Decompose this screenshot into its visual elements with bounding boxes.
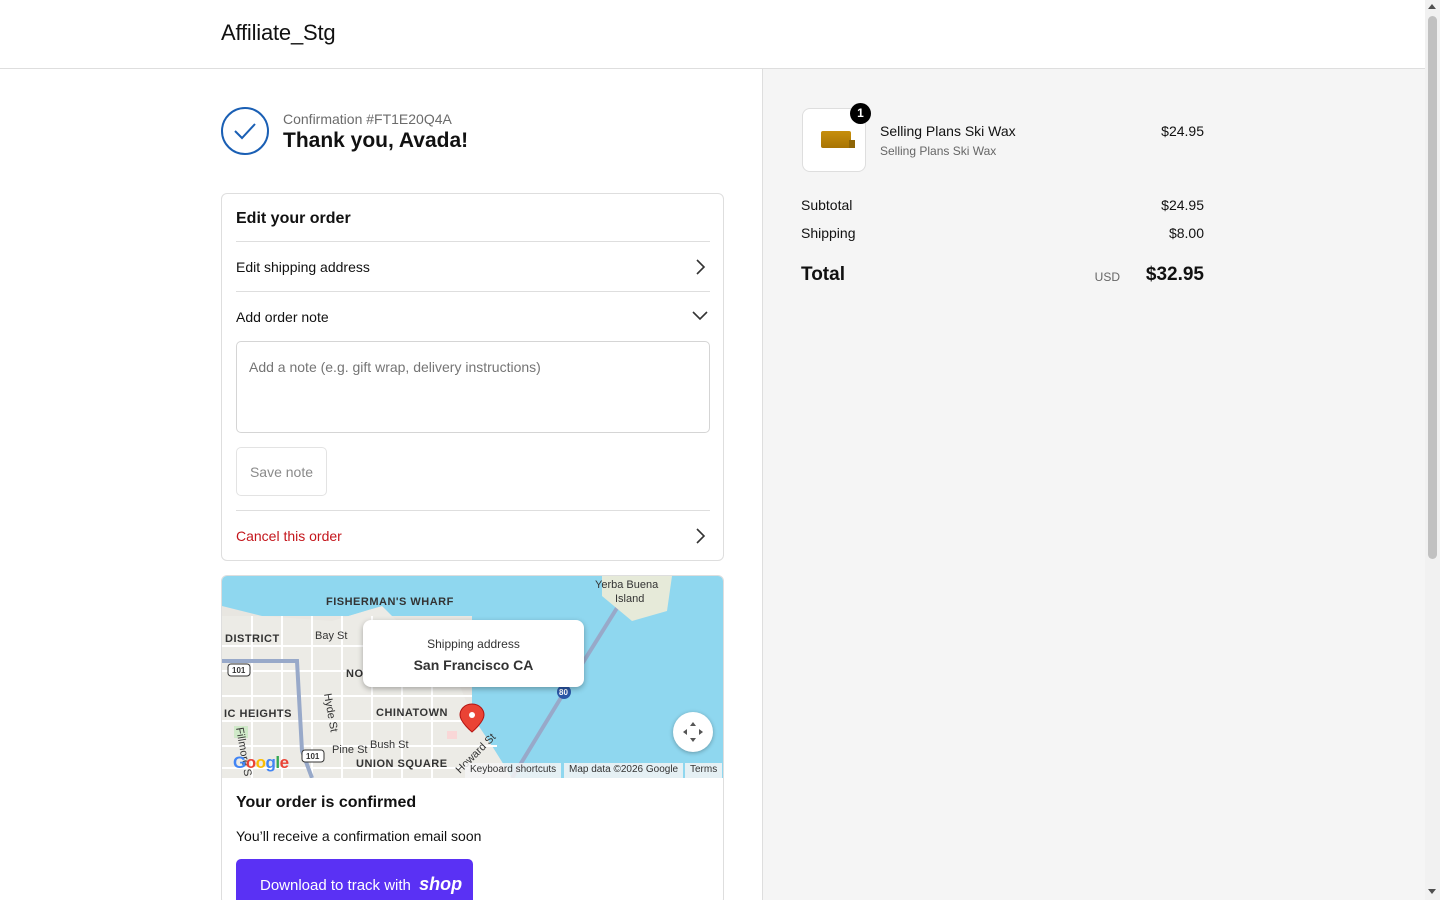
quantity-badge: 1 (850, 103, 871, 124)
svg-text:Yerba Buena: Yerba Buena (595, 579, 659, 591)
scrollbar-thumb[interactable] (1428, 16, 1437, 559)
product-name: Selling Plans Ski Wax (880, 123, 1016, 139)
order-note-textarea[interactable] (236, 341, 710, 433)
add-order-note-label: Add order note (236, 309, 329, 325)
svg-text:Bay St: Bay St (315, 630, 347, 642)
subtotal-label: Subtotal (801, 197, 853, 213)
svg-text:Island: Island (615, 593, 644, 605)
google-logo[interactable]: Google (233, 753, 289, 773)
save-note-button[interactable]: Save note (236, 447, 327, 496)
checkmark-circle-icon (221, 107, 269, 155)
chevron-down-icon (692, 311, 708, 321)
ski-wax-image (821, 131, 851, 148)
shipping-value: $8.00 (1168, 225, 1204, 241)
cancel-order-label: Cancel this order (236, 528, 342, 544)
svg-text:CHINATOWN: CHINATOWN (376, 707, 448, 719)
scroll-down-arrow-icon[interactable] (1428, 889, 1436, 894)
order-confirmed-title: Your order is confirmed (236, 794, 417, 811)
map-label: FISHERMAN'S WHARF (326, 596, 454, 608)
shipping-map[interactable]: FISHERMAN'S WHARF DISTRICT NO IC HEIGHTS… (222, 576, 723, 778)
svg-text:80: 80 (559, 688, 568, 697)
add-order-note-toggle[interactable]: Add order note (222, 292, 725, 338)
page-header: Affiliate_Stg (0, 0, 1425, 69)
popup-label: Shipping address (427, 637, 520, 651)
chevron-right-icon (696, 528, 706, 544)
order-summary-panel (762, 69, 1425, 900)
svg-text:NO: NO (346, 668, 364, 680)
keyboard-shortcuts-link[interactable]: Keyboard shortcuts (465, 763, 562, 778)
subtotal-value: $24.95 (1161, 197, 1204, 213)
confirmation-number: Confirmation #FT1E20Q4A (283, 111, 452, 127)
chevron-right-icon (696, 259, 706, 275)
thank-you-heading: Thank you, Avada! (283, 129, 469, 152)
expand-icon (683, 722, 703, 742)
svg-text:Bush St: Bush St (370, 739, 409, 751)
svg-text:UNION SQUARE: UNION SQUARE (356, 758, 448, 770)
map-fullscreen-button[interactable] (673, 712, 713, 752)
cancel-order-row[interactable]: Cancel this order (222, 511, 725, 560)
shop-logo: shop (419, 873, 463, 894)
edit-shipping-address-row[interactable]: Edit shipping address (222, 242, 725, 291)
total-value: $32.95 (1145, 264, 1204, 285)
order-status-card: FISHERMAN'S WHARF DISTRICT NO IC HEIGHTS… (221, 575, 724, 900)
edit-order-title: Edit your order (236, 210, 351, 227)
download-shop-button[interactable]: Download to track with shop (236, 859, 473, 900)
product-variant: Selling Plans Ski Wax (880, 144, 997, 158)
edit-shipping-address-label: Edit shipping address (236, 259, 370, 275)
product-price: $24.95 (1161, 123, 1204, 139)
total-currency: USD (1094, 270, 1120, 284)
store-name[interactable]: Affiliate_Stg (221, 20, 336, 46)
svg-text:DISTRICT: DISTRICT (225, 633, 280, 645)
map-data-attribution: Map data ©2026 Google (564, 763, 684, 778)
svg-text:IC HEIGHTS: IC HEIGHTS (224, 708, 292, 720)
scroll-up-arrow-icon[interactable] (1428, 4, 1436, 9)
shipping-label: Shipping (801, 225, 856, 241)
shipping-address-popup: Shipping address San Francisco CA (363, 620, 584, 687)
map-terms-link[interactable]: Terms (685, 763, 723, 778)
edit-order-card: Edit your order Edit shipping address Ad… (221, 193, 724, 561)
order-confirmed-text: You’ll receive a confirmation email soon (236, 828, 482, 844)
popup-address: San Francisco CA (413, 657, 534, 673)
svg-text:Pine St: Pine St (332, 744, 367, 756)
ski-wax-image-shadow (849, 140, 855, 148)
svg-text:101: 101 (306, 752, 320, 761)
total-label: Total (801, 264, 845, 285)
svg-text:101: 101 (232, 666, 246, 675)
page-scrollbar[interactable] (1425, 0, 1440, 900)
shop-button-label: Download to track with (260, 876, 411, 894)
